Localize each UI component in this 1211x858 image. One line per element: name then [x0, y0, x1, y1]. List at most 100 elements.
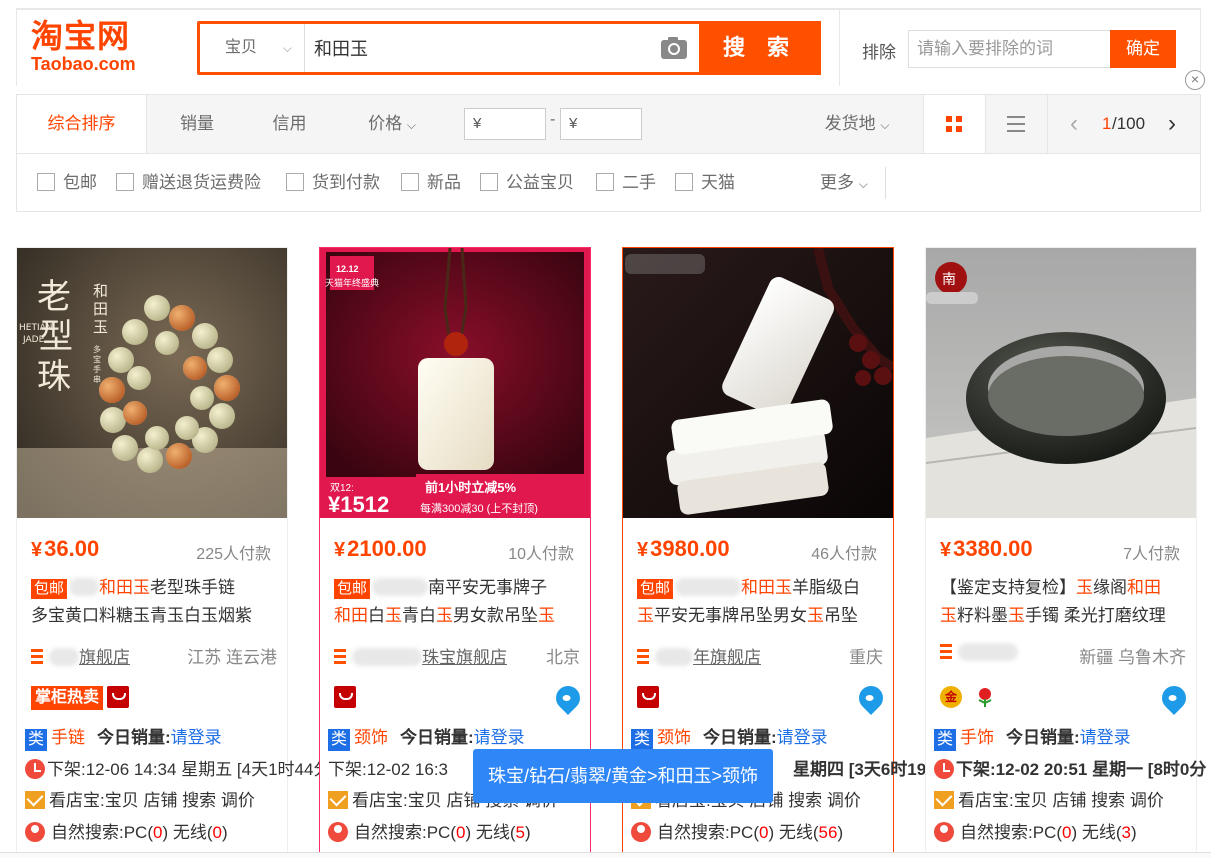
- category-row: 类颈饰 今日销量:请登录: [328, 726, 598, 751]
- product-price: ¥3980.00: [637, 536, 730, 561]
- product-image[interactable]: 老 型 珠 和 田 玉 HETIAN JADE 多 宝 手 串: [17, 248, 287, 518]
- shop-name[interactable]: 珠宝旗舰店: [422, 648, 507, 667]
- product-title[interactable]: 包邮 和田玉老型珠手链 多宝黄口料糖玉青玉白玉烟紫: [31, 574, 277, 630]
- grid-view-button[interactable]: [923, 95, 985, 153]
- category-icon: 类: [934, 729, 956, 751]
- product-image[interactable]: [623, 248, 893, 518]
- product-price: ¥36.00: [31, 536, 100, 561]
- more-filters[interactable]: 更多 ⌵: [820, 173, 868, 194]
- category-link[interactable]: 手链: [51, 728, 85, 747]
- next-page-icon[interactable]: ›: [1168, 95, 1176, 153]
- blurred-text: [372, 578, 429, 596]
- tmall-icon[interactable]: [107, 686, 130, 708]
- location: 重庆: [849, 648, 883, 667]
- category-row: 类手饰 今日销量:请登录: [934, 726, 1204, 751]
- gold-medal-icon[interactable]: 金: [940, 686, 962, 708]
- person-icon: [25, 822, 45, 842]
- baoyou-tag: 包邮: [31, 579, 68, 599]
- sort-credit[interactable]: 信用: [247, 95, 332, 153]
- shop-row: 珠宝旗舰店 北京: [334, 643, 580, 667]
- sort-default[interactable]: 综合排序: [17, 95, 147, 153]
- product-title[interactable]: 【鉴定支持复检】玉缘阁和田 玉籽料墨玉手镯 柔光打磨纹理: [940, 574, 1186, 630]
- svg-text:多: 多: [93, 344, 101, 354]
- checkbox[interactable]: [596, 173, 614, 191]
- checkbox[interactable]: [286, 173, 304, 191]
- logo-cn: 淘宝网: [31, 17, 131, 55]
- product-image[interactable]: 12.12 天猫年终盛典 双12: ¥1512 前1小时立减5% 每满300减3…: [320, 248, 590, 518]
- blurred-text: [655, 648, 693, 666]
- checkbox[interactable]: [116, 173, 134, 191]
- filter-label: 包邮: [63, 173, 97, 192]
- seo-row[interactable]: 看店宝:宝贝 店铺 搜索 调价: [934, 789, 1204, 813]
- filter-cod[interactable]: 货到付款: [286, 173, 380, 193]
- price-max-input[interactable]: ¥: [560, 108, 642, 140]
- product-card[interactable]: 南 ¥3380.00 7人付款 【鉴定支持复检】玉缘阁和田 玉籽料墨玉手镯 柔光…: [925, 247, 1206, 858]
- wangwang-icon[interactable]: [1157, 681, 1191, 715]
- login-link[interactable]: 请登录: [474, 728, 525, 747]
- filter-charity[interactable]: 公益宝贝: [480, 173, 574, 193]
- filter-baoyou[interactable]: 包邮: [37, 173, 97, 193]
- price-min-input[interactable]: ¥: [464, 108, 546, 140]
- search-button[interactable]: 搜 索: [699, 21, 821, 75]
- shop-name[interactable]: 旗舰店: [79, 648, 130, 667]
- product-price: ¥2100.00: [334, 536, 427, 561]
- ship-from-filter[interactable]: 发货地 ⌵: [812, 95, 902, 153]
- pager: ‹ 1 /100 ›: [1047, 95, 1201, 153]
- product-title[interactable]: 包邮 和田玉羊脂级白 玉平安无事牌吊坠男女玉吊坠: [637, 574, 883, 630]
- svg-text:12.12: 12.12: [336, 264, 359, 274]
- category-tooltip: 珠宝/钻石/翡翠/黄金>和田玉>颈饰: [473, 749, 773, 803]
- blurred-shop-name[interactable]: [958, 643, 1018, 661]
- login-link[interactable]: 请登录: [1080, 728, 1131, 747]
- checkbox[interactable]: [401, 173, 419, 191]
- product-title[interactable]: 包邮 南平安无事牌子 和田白玉青白玉男女款吊坠玉: [334, 574, 580, 630]
- badges: [637, 681, 888, 715]
- category-row: 类手链 今日销量:请登录: [25, 726, 295, 751]
- category-link[interactable]: 颈饰: [657, 728, 691, 747]
- grid-icon: [946, 116, 962, 132]
- filter-second-hand[interactable]: 二手: [596, 173, 656, 193]
- shop-name[interactable]: 年旗舰店: [693, 648, 761, 667]
- taobao-logo[interactable]: 淘宝网 Taobao.com: [31, 18, 156, 78]
- prev-page-icon[interactable]: ‹: [1070, 95, 1078, 153]
- checkbox[interactable]: [480, 173, 498, 191]
- search-input[interactable]: [306, 24, 686, 72]
- category-link[interactable]: 手饰: [960, 728, 994, 747]
- list-view-button[interactable]: [985, 95, 1047, 153]
- product-card[interactable]: 老 型 珠 和 田 玉 HETIAN JADE 多 宝 手 串 ¥36.00 2…: [16, 247, 335, 858]
- exclude-confirm-button[interactable]: 确定: [1110, 30, 1176, 68]
- checkbox[interactable]: [675, 173, 693, 191]
- product-image[interactable]: 南: [926, 248, 1196, 518]
- checkbox[interactable]: [37, 173, 55, 191]
- sort-sales[interactable]: 销量: [147, 95, 247, 153]
- tmall-icon[interactable]: [637, 686, 659, 708]
- seo-row[interactable]: 看店宝:宝贝 店铺 搜索 调价: [25, 789, 295, 813]
- check-icon: [934, 791, 954, 809]
- shelf-time-row: 下架:12-02 20:51 星期一 [8时0分: [934, 758, 1211, 782]
- svg-text:JADE: JADE: [22, 335, 45, 345]
- pager-total: /100: [1112, 114, 1146, 133]
- camera-icon[interactable]: [660, 36, 688, 60]
- exclude-input[interactable]: 请输入要排除的词: [908, 30, 1112, 68]
- tmall-icon[interactable]: [334, 686, 356, 708]
- flower-icon[interactable]: [974, 686, 996, 708]
- person-icon: [934, 822, 954, 842]
- category-link[interactable]: 颈饰: [354, 728, 388, 747]
- close-icon[interactable]: ×: [1185, 70, 1205, 90]
- filter-bar: 包邮 赠送退货运费险 货到付款 新品 公益宝贝 二手 天猫 更多 ⌵: [16, 153, 1201, 212]
- filter-return-insurance[interactable]: 赠送退货运费险: [116, 173, 261, 193]
- chevron-down-icon: ⌵: [880, 118, 890, 132]
- login-link[interactable]: 请登录: [777, 728, 828, 747]
- filter-label: 货到付款: [312, 173, 380, 192]
- svg-text:和: 和: [93, 282, 108, 300]
- login-link[interactable]: 请登录: [171, 728, 222, 747]
- search-type-select[interactable]: 宝贝 ⌵: [200, 24, 305, 72]
- filter-tmall[interactable]: 天猫: [675, 173, 735, 193]
- wangwang-icon[interactable]: [854, 681, 888, 715]
- filter-new[interactable]: 新品: [401, 173, 461, 193]
- category-row: 类颈饰 今日销量:请登录: [631, 726, 901, 751]
- shop-icon: [31, 649, 43, 665]
- sort-price[interactable]: 价格 ⌵: [352, 95, 432, 153]
- product-price: ¥3380.00: [940, 536, 1033, 561]
- hot-badge[interactable]: 掌柜热卖: [31, 686, 104, 710]
- wangwang-icon[interactable]: [551, 681, 585, 715]
